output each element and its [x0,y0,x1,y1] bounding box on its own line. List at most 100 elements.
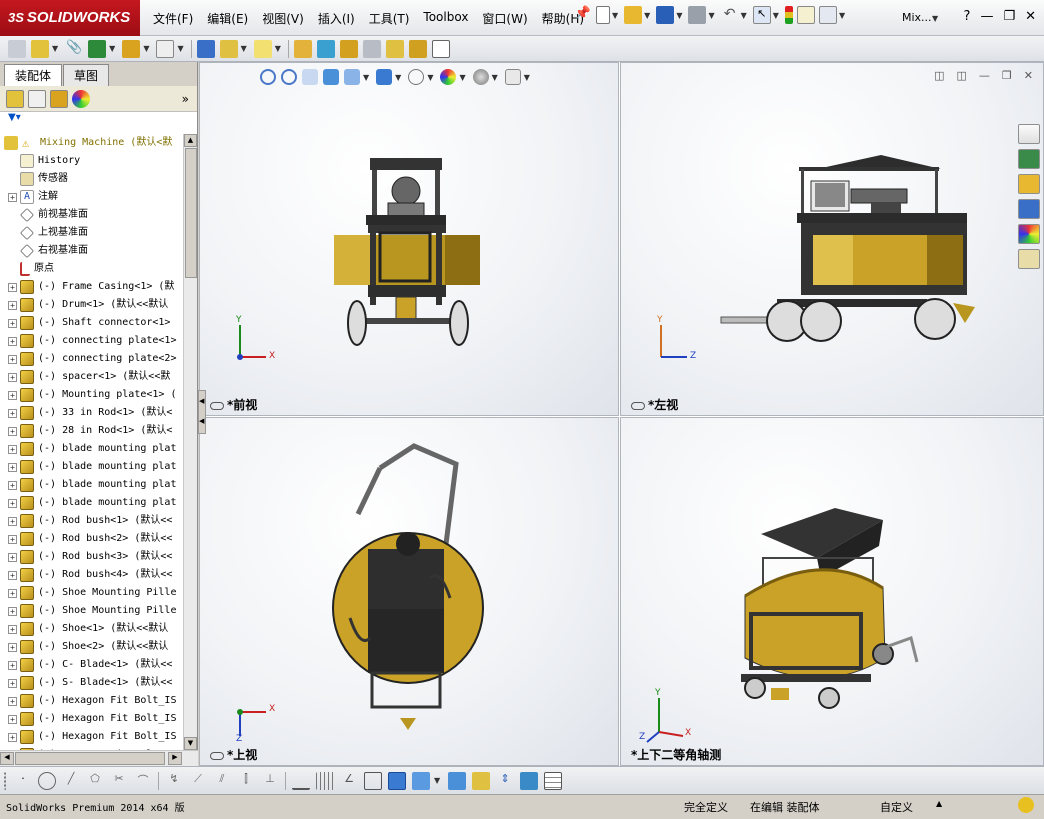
menu-tools[interactable]: 工具(T) [362,10,417,27]
scroll-left-icon[interactable]: ◀ [0,752,14,765]
tree-node[interactable]: + (-) Rod bush<4> (默认<< [0,566,182,584]
insert-component-icon[interactable] [8,39,26,58]
motion-dropdown-icon[interactable]: ▼ [275,44,281,53]
expand-icon[interactable]: + [8,678,17,688]
tree-node[interactable]: + (-) S- Blade<1> (默认<< [0,674,182,692]
tree-vertical-scrollbar[interactable]: ▲ ▼ [183,134,197,750]
expand-icon[interactable]: + [8,192,17,202]
expand-icon[interactable]: + [8,462,17,472]
tree-node[interactable]: + (-) blade mounting plat [0,476,182,494]
tree-node[interactable]: + (-) 28 in Rod<1> (默认< [0,422,182,440]
scroll-right-icon[interactable]: ▶ [168,752,182,765]
shaded-cube-icon[interactable] [388,771,406,790]
expand-icon[interactable]: + [8,732,17,742]
tree-node[interactable]: + (-) Rod bush<1> (默认<< [0,512,182,530]
menu-view[interactable]: 视图(V) [255,10,311,27]
options-dropdown-icon[interactable]: ▼ [839,11,845,20]
expand-icon[interactable]: + [8,570,17,580]
pattern-icon[interactable] [88,39,107,58]
viewport-front[interactable]: ▼ ▼ ▼ ▼ ▼ ▼ Y X *前视 [199,62,619,416]
expand-icon[interactable]: + [8,444,17,454]
property-manager-icon[interactable] [28,89,46,108]
expand-icon[interactable]: + [8,480,17,490]
viewport-isometric[interactable]: Y Z X *上下二等角轴测 [620,417,1044,766]
angle-icon[interactable]: ∠ [340,772,358,790]
tree-root-assembly[interactable]: ⚠ Mixing Machine (默认<默 [0,134,182,152]
restore-button[interactable]: ❐ [1003,9,1015,24]
tree-node[interactable]: + (-) Shoe Mounting Pille [0,602,182,620]
graphics-area[interactable]: ▼ ▼ ▼ ▼ ▼ ▼ Y X *前视 ◫ ◫ — ❐ ✕ Y Z *左视 X … [198,62,1044,766]
show-dropdown-icon[interactable]: ▼ [177,44,183,53]
display-manager-icon[interactable] [72,89,90,108]
section-icon[interactable] [448,771,467,790]
document-name[interactable]: Mix... [902,11,932,24]
menu-file[interactable]: 文件(F) [146,10,200,27]
new-dropdown-icon[interactable]: ▼ [612,11,618,20]
expand-icon[interactable]: + [8,660,17,670]
scroll-down-icon[interactable]: ▼ [184,737,197,750]
offset-icon[interactable]: ⫽ [213,772,231,790]
scroll-thumb[interactable] [185,148,197,278]
viewport-left[interactable]: ◫ ◫ — ❐ ✕ Y Z *左视 [620,62,1044,416]
expand-icon[interactable]: + [8,300,17,310]
tree-node[interactable]: + (-) Frame Casing<1> (默 [0,278,182,296]
tree-node[interactable]: + (-) Shoe<2> (默认<<默认 [0,638,182,656]
expand-icon[interactable]: + [8,318,17,328]
pattern-dropdown-icon[interactable]: ▼ [109,44,115,53]
close-button[interactable]: ✕ [1025,9,1036,24]
expand-icon[interactable]: + [8,642,17,652]
units-dropdown-icon[interactable]: ▲ [936,799,942,808]
tree-node[interactable]: + (-) connecting plate<1> [0,332,182,350]
tree-horizontal-scrollbar[interactable]: ◀ ▶ [0,750,198,766]
tree-node[interactable]: + (-) C- Blade<1> (默认<< [0,656,182,674]
menu-edit[interactable]: 编辑(E) [200,10,255,27]
link-views-icon[interactable] [210,401,224,410]
tab-sketch[interactable]: 草图 [63,64,110,86]
tree-node[interactable]: + (-) Shaft connector<1> [0,314,182,332]
file-explorer-icon[interactable] [1018,174,1040,194]
show-hidden-icon[interactable] [156,39,175,58]
undo-dropdown-icon[interactable]: ▼ [741,11,747,20]
tab-assembly[interactable]: 装配体 [4,64,63,86]
expand-icon[interactable]: + [8,390,17,400]
grid-icon[interactable] [316,771,334,790]
bill-of-materials-icon[interactable] [293,39,312,58]
expand-icon[interactable]: + [8,426,17,436]
tree-node[interactable]: 传感器 [0,170,182,188]
move-component-icon[interactable] [122,39,141,58]
expand-icon[interactable]: + [8,282,17,292]
expand-icon[interactable]: + [8,372,17,382]
mate-icon[interactable] [31,39,49,58]
display-cube-dropdown-icon[interactable]: ▼ [434,776,440,785]
doc-dropdown-icon[interactable]: ▼ [932,14,938,23]
tree-node[interactable]: 原点 [0,260,182,278]
menu-toolbox[interactable]: Toolbox [416,10,475,27]
viewport-top[interactable]: X Z *上视 [199,417,619,766]
tree-node[interactable]: + (-) Rod bush<3> (默认<< [0,548,182,566]
save-dropdown-icon[interactable]: ▼ [676,11,682,20]
filter-icon[interactable]: ▼▾ [0,112,197,126]
mirror-icon[interactable]: ⫿ [237,772,255,790]
expand-icon[interactable]: + [8,516,17,526]
options-icon[interactable] [818,6,837,24]
tree-node[interactable]: + (-) Rod bush<2> (默认<< [0,530,182,548]
paperclip-icon[interactable]: 📎 [65,40,83,58]
explode-line-icon[interactable] [339,39,358,58]
cube-icon[interactable] [364,771,382,790]
expand-icon[interactable]: + [8,588,17,598]
rotate-icon[interactable] [472,771,491,790]
reference-dropdown-icon[interactable]: ▼ [241,44,247,53]
tree-node[interactable]: + (-) Shoe Mounting Pille [0,584,182,602]
reference-geometry-icon[interactable] [219,39,238,58]
open-folder-icon[interactable] [624,6,643,24]
expand-icon[interactable]: + [8,336,17,346]
link-views-icon[interactable] [631,401,645,410]
tree-node[interactable]: + (-) Hexagon Fit Bolt_IS [0,728,182,746]
move-axis-icon[interactable]: ⇕ [496,772,514,790]
expand-icon[interactable]: + [8,354,17,364]
configuration-manager-icon[interactable] [50,89,68,108]
tree-node[interactable]: + (-) 33 in Rod<1> (默认< [0,404,182,422]
tree-node[interactable]: + (-) Hexagon Fit Bolt_IS [0,710,182,728]
layout-icon[interactable] [544,771,563,790]
hole-alignment-icon[interactable] [408,39,427,58]
